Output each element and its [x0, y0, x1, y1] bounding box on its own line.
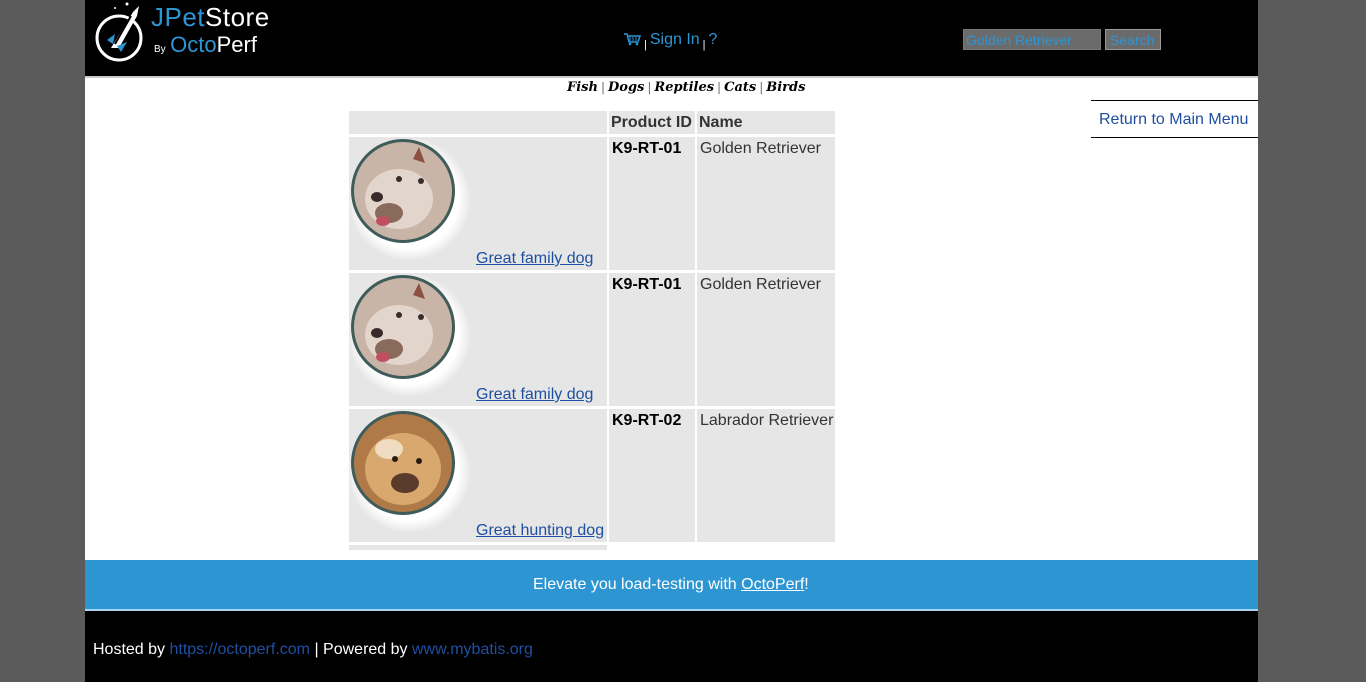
- hosted-by-text: Hosted by: [93, 641, 170, 658]
- dog-image[interactable]: [349, 409, 475, 539]
- logo-title: JPetStore: [151, 2, 270, 32]
- table-row: Great family dog: [349, 137, 607, 270]
- quick-links: Fish | Dogs | Reptiles | Cats | Birds: [85, 76, 1258, 102]
- menu-separator: |: [702, 39, 706, 51]
- header: JPetStore By OctoPerf |Sign In|? Search: [85, 0, 1258, 76]
- promo-banner: Elevate you load-testing with OctoPerf!: [85, 560, 1258, 611]
- help-link[interactable]: ?: [709, 31, 718, 48]
- quick-separator: |: [759, 80, 764, 94]
- table-header-name: Name: [697, 111, 835, 134]
- logo-subtitle: By OctoPerf: [154, 32, 257, 57]
- return-main-menu-link[interactable]: Return to Main Menu: [1099, 111, 1248, 129]
- table-cell-name: Golden Retriever: [697, 137, 835, 270]
- mybatis-link[interactable]: www.mybatis.org: [412, 641, 533, 658]
- table-row: Great hunting dog: [349, 409, 607, 542]
- table-footer-cell: [349, 545, 607, 550]
- table-cell-product-id: K9-RT-01: [609, 273, 695, 406]
- product-description-link[interactable]: Great family dog: [476, 386, 593, 404]
- search-input[interactable]: [963, 29, 1101, 50]
- powered-by-text: | Powered by: [310, 641, 412, 658]
- dog-image[interactable]: [349, 137, 475, 267]
- table-row: Great family dog: [349, 273, 607, 406]
- dog-image[interactable]: [349, 273, 475, 403]
- table-cell-product-id: K9-RT-01: [609, 137, 695, 270]
- quick-link-cats[interactable]: Cats: [724, 80, 756, 95]
- table-cell-name: Golden Retriever: [697, 273, 835, 406]
- table-cell-product-id: K9-RT-02: [609, 409, 695, 542]
- quick-link-fish[interactable]: Fish: [567, 80, 598, 95]
- back-link-container: Return to Main Menu: [1091, 100, 1258, 138]
- search-button[interactable]: Search: [1105, 29, 1161, 50]
- quick-link-birds[interactable]: Birds: [766, 80, 805, 95]
- search-form: Search: [963, 29, 1161, 50]
- quick-link-reptiles[interactable]: Reptiles: [654, 80, 714, 95]
- quick-link-dogs[interactable]: Dogs: [608, 80, 644, 95]
- logo[interactable]: JPetStore By OctoPerf: [93, 0, 273, 64]
- sign-in-link[interactable]: Sign In: [650, 31, 700, 48]
- cart-icon[interactable]: [623, 32, 642, 46]
- promo-text: Elevate you load-testing with: [533, 576, 742, 593]
- host-link[interactable]: https://octoperf.com: [169, 641, 310, 658]
- table-header-product-id: Product ID: [609, 111, 695, 134]
- header-menu: | Sign In |?: [623, 30, 718, 51]
- quick-separator: |: [647, 80, 652, 94]
- footer: Hosted by https://octoperf.com | Powered…: [85, 611, 1258, 682]
- octoperf-link[interactable]: OctoPerf: [741, 576, 804, 593]
- product-description-link[interactable]: Great family dog: [476, 250, 593, 268]
- page-wrapper: JPetStore By OctoPerf |Sign In|? Search …: [85, 0, 1258, 682]
- table-cell-name: Labrador Retriever: [697, 409, 835, 542]
- promo-suffix: !: [804, 576, 809, 593]
- product-description-link[interactable]: Great hunting dog: [476, 522, 604, 540]
- rocket-icon: [95, 2, 143, 62]
- quick-separator: |: [717, 80, 722, 94]
- quick-separator: |: [600, 80, 605, 94]
- menu-separator: |: [644, 39, 647, 51]
- table-header-cell: [349, 111, 607, 134]
